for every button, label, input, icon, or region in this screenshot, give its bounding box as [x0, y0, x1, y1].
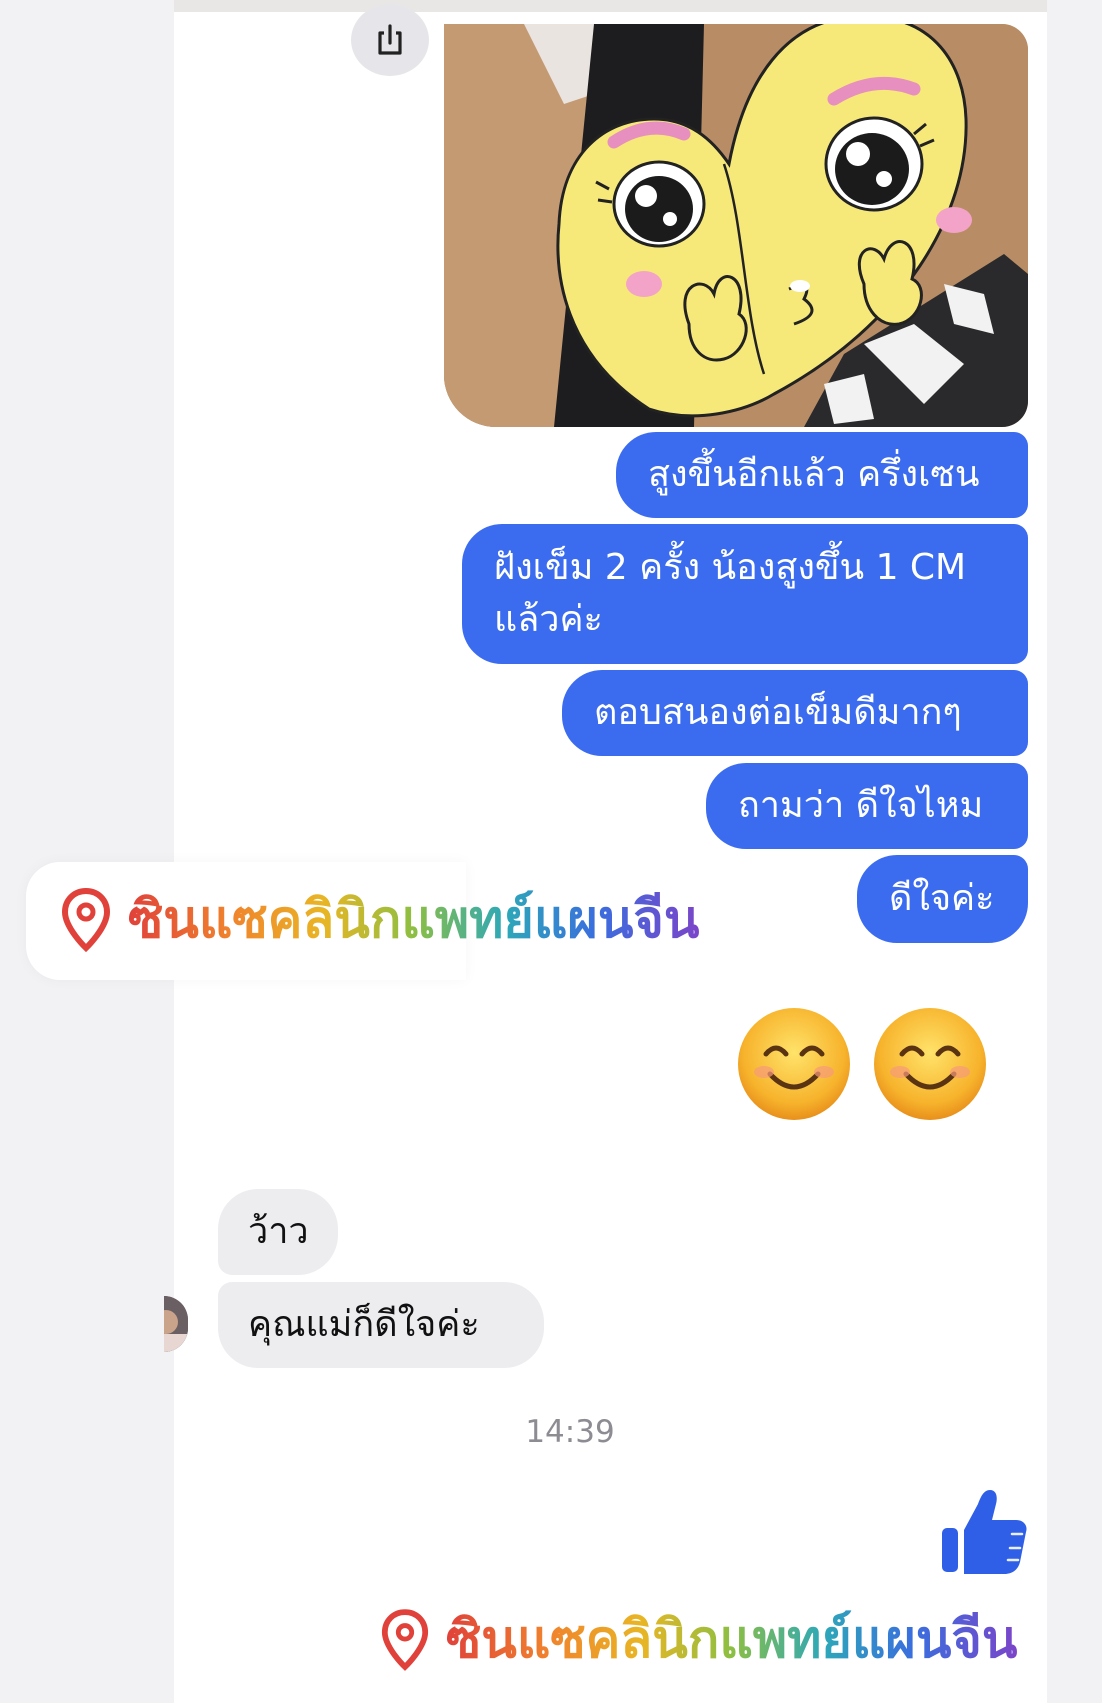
outgoing-message: ถามว่า ดีใจไหม	[706, 763, 1028, 849]
incoming-message: คุณแม่ก็ดีใจค่ะ	[218, 1282, 544, 1368]
clinic-watermark: ซินแซคลินิกแพทย์แผนจีน	[380, 1604, 1017, 1676]
outgoing-message: สูงขึ้นอีกแล้ว ครึ่งเซน	[616, 432, 1028, 518]
top-strip	[174, 0, 1047, 12]
incoming-message: ว้าว	[218, 1189, 338, 1275]
like-button[interactable]	[938, 1488, 1028, 1576]
clinic-watermark: ซินแซคลินิกแพทย์แผนจีน	[60, 884, 699, 956]
thumbs-up-icon	[942, 1490, 1027, 1574]
share-button[interactable]	[351, 4, 429, 76]
message-timestamp: 14:39	[525, 1414, 615, 1450]
outgoing-message: ดีใจค่ะ	[857, 855, 1028, 943]
smiling-emoji	[738, 1008, 850, 1120]
outgoing-message: ตอบสนองต่อเข็มดีมากๆ	[562, 670, 1028, 756]
share-icon	[378, 24, 402, 55]
location-pin-icon	[61, 888, 111, 952]
location-pin-icon	[381, 1609, 429, 1671]
shared-photo[interactable]	[444, 24, 1028, 427]
watermark-text: ซินแซคลินิกแพทย์แผนจีน	[446, 1604, 1017, 1676]
smiling-emoji	[874, 1008, 986, 1120]
outgoing-message: ฝังเข็ม 2 ครั้ง น้องสูงขึ้น 1 CM แล้วค่ะ	[462, 524, 1028, 664]
watermark-text: ซินแซคลินิกแพทย์แผนจีน	[128, 884, 699, 956]
photo-image	[444, 24, 1028, 427]
